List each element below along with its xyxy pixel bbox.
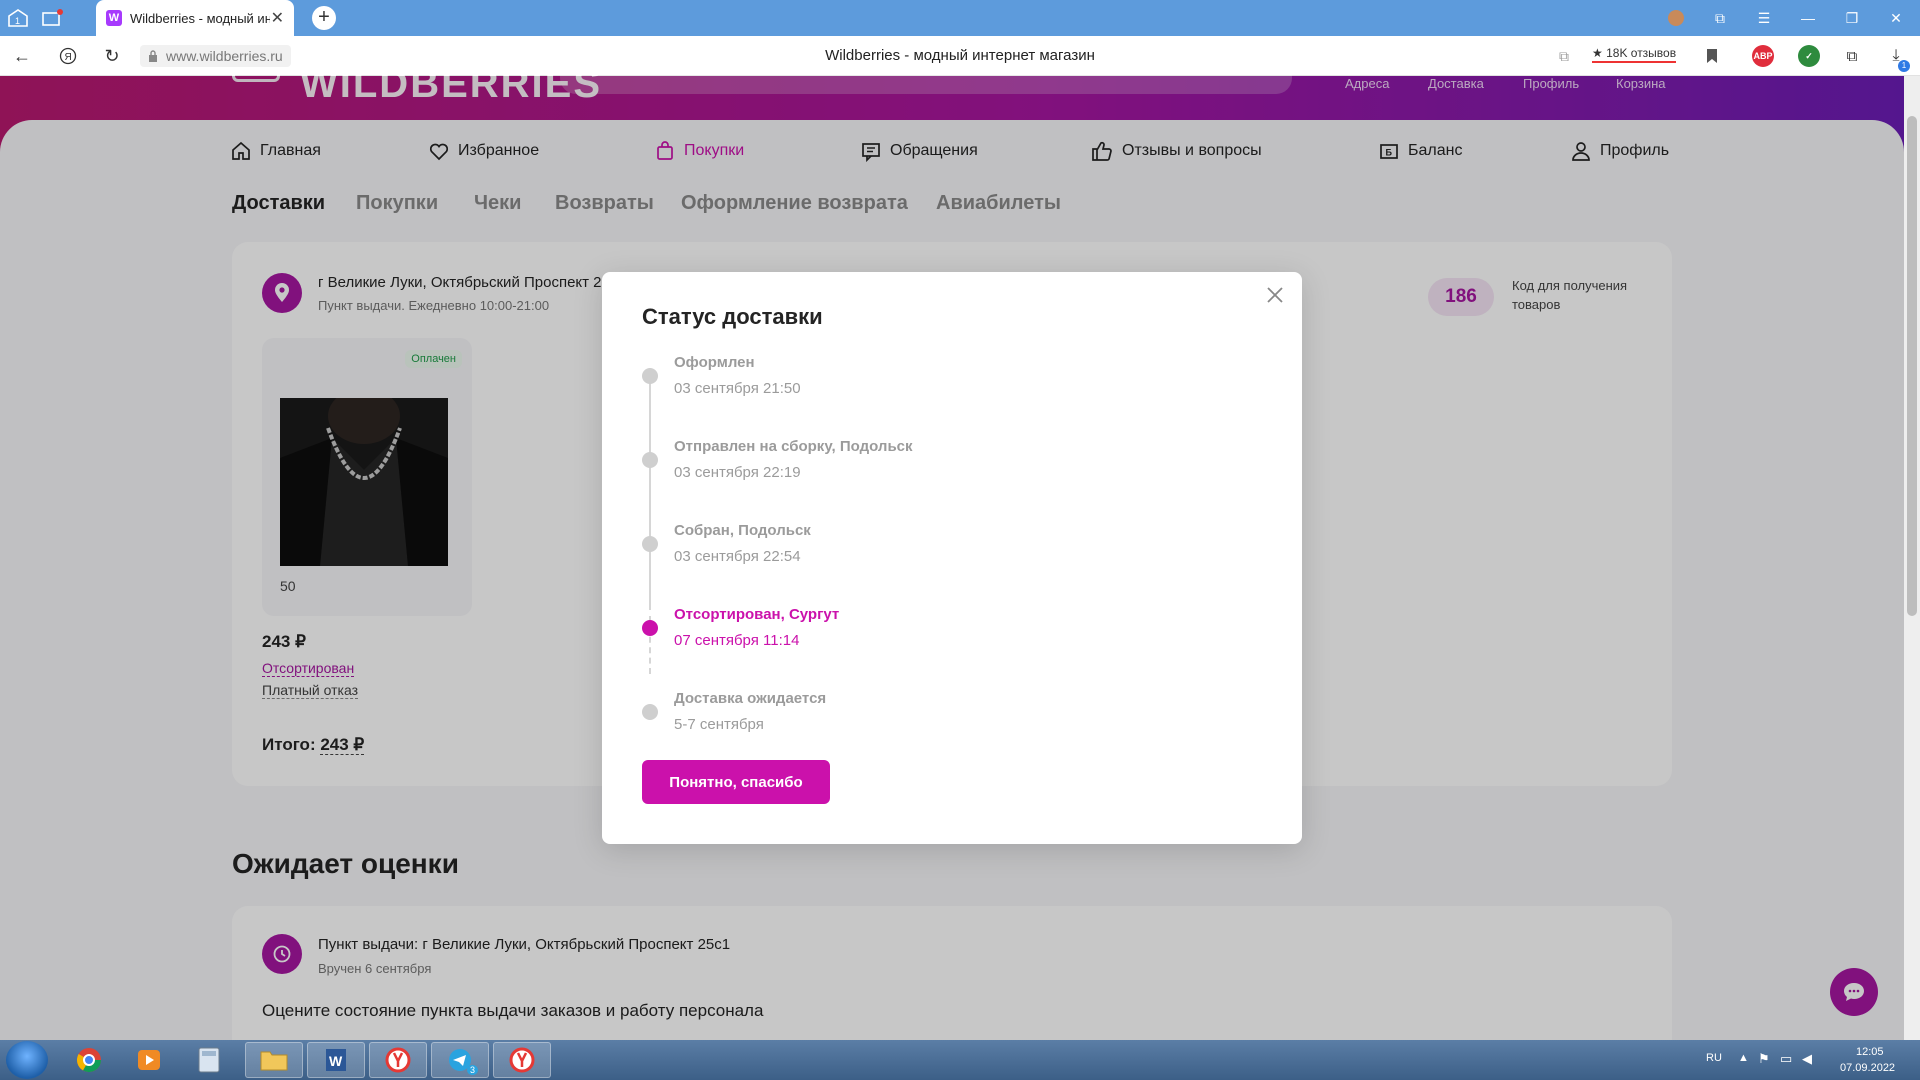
tray-expand-icon[interactable]: ▲	[1738, 1052, 1749, 1064]
telegram-taskbar-icon[interactable]: 3	[431, 1042, 489, 1078]
timeline-dot	[642, 536, 658, 552]
browser-tab[interactable]: W Wildberries - модный ин ✕	[96, 0, 294, 36]
timeline-line-solid	[649, 368, 651, 610]
download-count-badge: 1	[1898, 60, 1910, 72]
step-title: Оформлен	[674, 354, 755, 371]
flag-icon[interactable]: ⚑	[1758, 1051, 1770, 1067]
yandex-icon[interactable]: Я	[56, 44, 80, 68]
downloads-list-icon[interactable]: ⧉	[1840, 44, 1864, 68]
yandex-services-button[interactable]	[38, 5, 66, 31]
modal-title: Статус доставки	[642, 304, 823, 329]
windows-taskbar: W 3 RU ▲ ⚑ ▭ ◀ 12:05 07.09.2022	[0, 1040, 1920, 1080]
svg-text:1: 1	[15, 16, 20, 26]
step-title: Собран, Подольск	[674, 522, 811, 539]
translate-icon[interactable]: ⧉	[1552, 44, 1576, 68]
new-tab-button[interactable]: +	[312, 6, 336, 30]
explorer-taskbar-icon[interactable]	[245, 1042, 303, 1078]
timeline-dot	[642, 368, 658, 384]
lock-icon	[149, 50, 157, 62]
language-indicator[interactable]: RU	[1706, 1052, 1722, 1064]
step-date-active: 07 сентября 11:14	[674, 632, 800, 649]
yandex-browser-taskbar-icon[interactable]	[369, 1042, 427, 1078]
clock-date[interactable]: 07.09.2022	[1840, 1062, 1895, 1074]
menu-icon[interactable]: ☰	[1742, 0, 1786, 36]
clock-time[interactable]: 12:05	[1856, 1046, 1884, 1058]
adblock-extension-icon[interactable]: ABP	[1752, 45, 1774, 67]
svg-text:W: W	[329, 1053, 343, 1069]
start-button[interactable]	[6, 1041, 48, 1079]
chrome-taskbar-icon[interactable]	[60, 1042, 118, 1078]
close-window-button[interactable]: ✕	[1874, 0, 1918, 36]
timeline-dot	[642, 452, 658, 468]
url-text: www.wildberries.ru	[166, 48, 283, 64]
maximize-button[interactable]: ❐	[1830, 0, 1874, 36]
url-field[interactable]: www.wildberries.ru	[140, 45, 291, 67]
minimize-button[interactable]: —	[1786, 0, 1830, 36]
scrollbar-thumb[interactable]	[1907, 116, 1917, 616]
yandex-browser-window-taskbar-icon[interactable]	[493, 1042, 551, 1078]
browser-tab-bar: 1 W Wildberries - модный ин ✕ + ⧉ ☰ — ❐ …	[0, 0, 1920, 36]
step-title-active: Отсортирован, Сургут	[674, 606, 840, 623]
delivery-status-modal: Статус доставки Оформлен 03 сентября 21:…	[602, 272, 1302, 844]
network-icon[interactable]: ▭	[1780, 1051, 1792, 1067]
reviews-badge[interactable]: ★ 18K отзывов	[1592, 46, 1677, 63]
shield-extension-icon[interactable]: ✓	[1798, 45, 1820, 67]
back-arrow-icon[interactable]: ←	[10, 44, 34, 68]
volume-icon[interactable]: ◀	[1802, 1051, 1812, 1067]
confirm-button[interactable]: Понятно, спасибо	[642, 760, 830, 804]
svg-text:Я: Я	[65, 52, 72, 63]
collections-icon[interactable]: ⧉	[1698, 0, 1742, 36]
tab-title: Wildberries - модный ин	[130, 10, 270, 26]
calculator-taskbar-icon[interactable]	[180, 1042, 238, 1078]
close-tab-icon[interactable]: ✕	[271, 8, 284, 28]
word-taskbar-icon[interactable]: W	[307, 1042, 365, 1078]
step-title: Доставка ожидается	[674, 690, 827, 707]
close-icon	[1267, 287, 1283, 303]
step-date: 5-7 сентября	[674, 716, 764, 733]
close-modal-button[interactable]	[1262, 282, 1288, 308]
tabs-overview-button[interactable]: 1	[4, 5, 32, 31]
step-title: Отправлен на сборку, Подольск	[674, 438, 913, 455]
timeline-dot	[642, 704, 658, 720]
timeline-dot-active	[642, 620, 658, 636]
bookmark-icon[interactable]	[1700, 44, 1724, 68]
step-date: 03 сентября 22:19	[674, 464, 801, 481]
page-scrollbar[interactable]	[1904, 76, 1920, 1040]
wildberries-favicon: W	[106, 10, 122, 26]
telegram-unread-badge: 3	[466, 1065, 478, 1075]
reload-icon[interactable]: ↻	[100, 44, 124, 68]
profile-avatar[interactable]	[1662, 5, 1690, 31]
step-date: 03 сентября 21:50	[674, 380, 801, 397]
step-date: 03 сентября 22:54	[674, 548, 801, 565]
media-player-taskbar-icon[interactable]	[120, 1042, 178, 1078]
